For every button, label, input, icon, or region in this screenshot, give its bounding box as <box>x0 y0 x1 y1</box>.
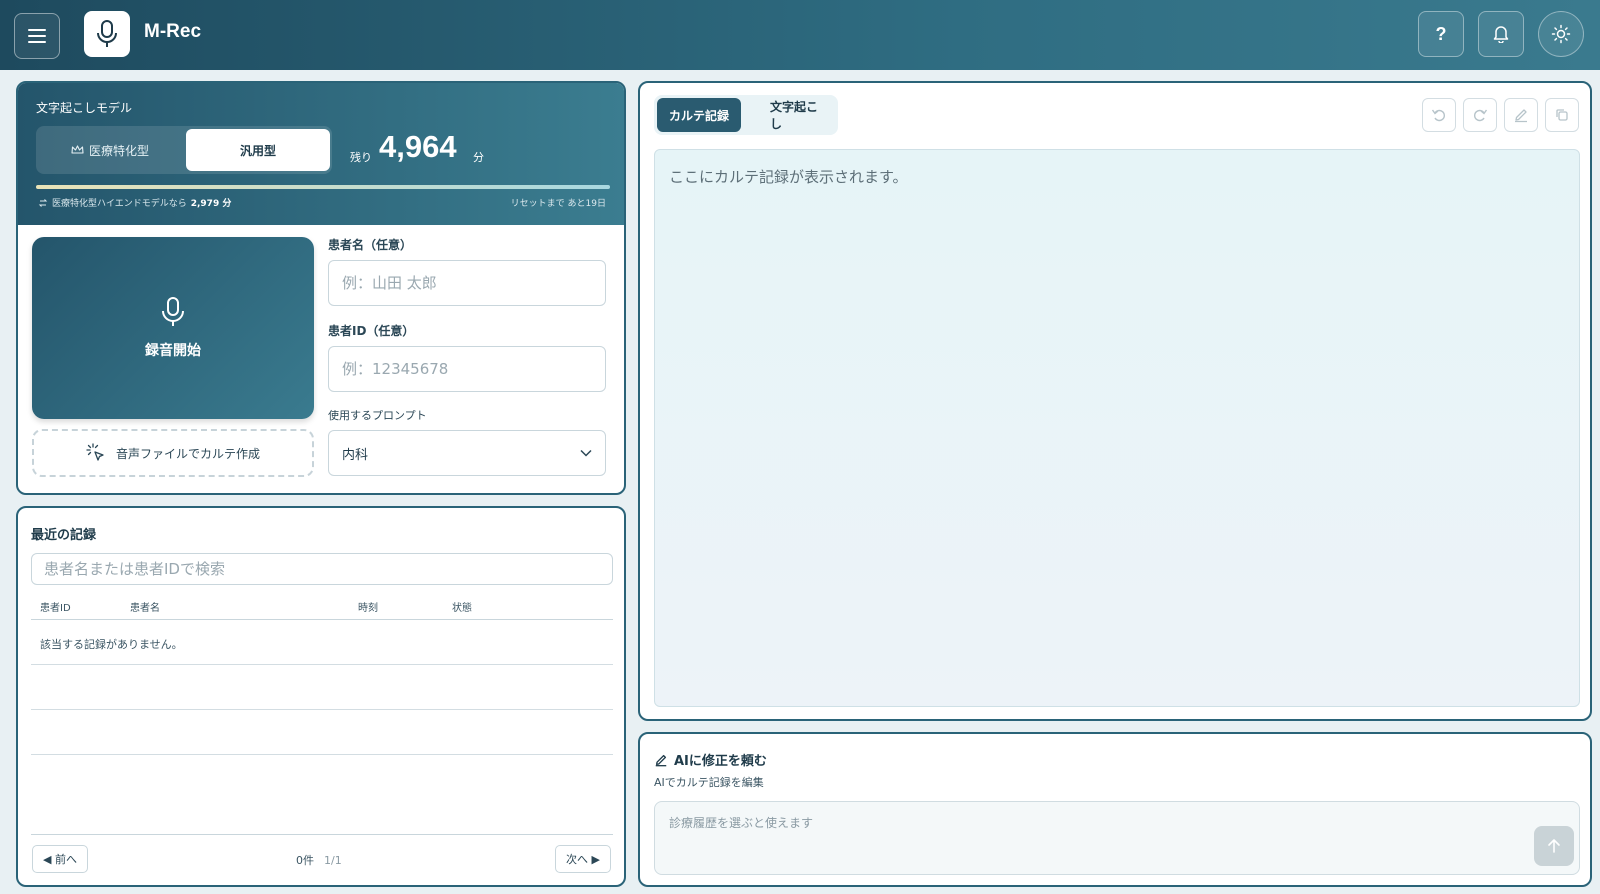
pencil-icon <box>1515 109 1527 123</box>
prompt-select[interactable]: 内科 <box>328 430 606 476</box>
reset-countdown: リセットまで あと19日 <box>510 199 606 209</box>
pencil-icon <box>655 754 667 766</box>
record-count: 0件 <box>296 854 314 867</box>
sun-icon <box>1551 24 1571 44</box>
model-option-general-label: 汎用型 <box>239 143 276 158</box>
patient-name-input[interactable] <box>328 260 606 306</box>
tab-transcription[interactable]: 文字起こし <box>758 98 838 132</box>
chevron-down-icon <box>580 449 592 457</box>
microphone-icon <box>97 20 117 47</box>
page-indicator: 1/1 <box>324 854 342 867</box>
view-tabs: カルテ記録 文字起こし <box>654 95 838 135</box>
next-page-button[interactable]: 次へ ▶ <box>555 845 611 873</box>
notification-button[interactable] <box>1478 11 1524 57</box>
bell-icon <box>1493 26 1509 43</box>
copy-icon <box>1556 109 1568 121</box>
microphone-icon <box>162 297 184 326</box>
model-option-medical-label: 医療特化型 <box>88 143 149 158</box>
model-option-medical[interactable]: 医療特化型 <box>36 126 184 174</box>
patient-id-input[interactable] <box>328 346 606 392</box>
table-footer-divider <box>31 834 613 835</box>
app-header: M-Rec ? <box>0 0 1600 70</box>
pagination-info: 0件 1/1 <box>296 852 342 868</box>
usage-progress-fill <box>36 185 610 189</box>
model-hint-text: 医療特化型ハイエンドモデルなら <box>52 199 187 209</box>
remaining-unit: 分 <box>473 151 484 164</box>
column-header-patient-name: 患者名 <box>130 603 160 614</box>
menu-button[interactable] <box>14 13 60 59</box>
app-title: M-Rec <box>144 21 202 42</box>
table-row-divider <box>31 754 613 755</box>
upload-audio-button[interactable]: 音声ファイルでカルテ作成 <box>32 429 314 477</box>
help-icon: ? <box>1435 23 1447 44</box>
model-label: 文字起こしモデル <box>36 101 133 115</box>
undo-icon <box>1431 109 1445 122</box>
undo-button[interactable] <box>1422 98 1456 132</box>
table-row-divider <box>31 664 613 665</box>
ai-instruction-input[interactable] <box>654 801 1580 875</box>
table-row-divider <box>31 709 613 710</box>
column-header-status: 状態 <box>452 603 472 614</box>
patient-name-label: 患者名（任意） <box>328 238 413 252</box>
ai-send-button[interactable] <box>1534 826 1574 866</box>
app-logo <box>84 11 130 57</box>
recent-records-panel: 最近の記録 患者ID 患者名 時刻 状態 該当する記録がありません。 ◀ 前へ … <box>16 506 626 887</box>
edit-button[interactable] <box>1504 98 1538 132</box>
arrow-up-icon <box>1548 839 1560 853</box>
ai-edit-panel: AIに修正を頼む AIでカルテ記録を編集 <box>638 732 1592 887</box>
remaining-minutes: 4,964 <box>379 129 457 164</box>
table-header-divider <box>31 619 613 620</box>
upload-audio-label: 音声ファイルでカルテ作成 <box>115 446 260 461</box>
swap-icon <box>38 198 48 207</box>
model-selector: 医療特化型 汎用型 <box>36 126 332 174</box>
patient-id-label: 患者ID（任意） <box>328 324 415 338</box>
karte-record-area[interactable]: ここにカルテ記録が表示されます。 <box>654 149 1580 707</box>
model-option-general[interactable]: 汎用型 <box>186 129 330 171</box>
usage-progress-bar <box>36 185 610 189</box>
record-start-label: 録音開始 <box>145 343 201 359</box>
redo-button[interactable] <box>1463 98 1497 132</box>
model-hint: 医療特化型ハイエンドモデルなら 2,979 分 <box>38 196 231 209</box>
column-header-patient-id: 患者ID <box>40 603 71 614</box>
sparkle-cursor-icon <box>86 443 104 461</box>
records-search-input[interactable] <box>31 553 613 585</box>
theme-toggle-button[interactable] <box>1538 11 1584 57</box>
prev-page-button[interactable]: ◀ 前へ <box>32 845 88 873</box>
ai-edit-title-text: AIに修正を頼む <box>674 754 767 769</box>
crown-icon <box>71 145 84 154</box>
tab-karte-record[interactable]: カルテ記録 <box>657 98 742 132</box>
redo-icon <box>1474 109 1488 122</box>
ai-edit-subtitle: AIでカルテ記録を編集 <box>654 776 764 789</box>
model-hint-value: 2,979 分 <box>190 199 232 209</box>
empty-records-message: 該当する記録がありません。 <box>40 638 183 651</box>
record-start-button[interactable]: 録音開始 <box>32 237 314 419</box>
model-section: 文字起こしモデル 医療特化型 汎用型 残り 4,964 分 医療特化型ハイエンド… <box>18 83 624 225</box>
remaining-prefix: 残り <box>350 151 372 164</box>
copy-button[interactable] <box>1545 98 1579 132</box>
hamburger-icon <box>28 29 46 43</box>
prompt-label: 使用するプロンプト <box>328 409 427 422</box>
column-header-time: 時刻 <box>358 603 378 614</box>
prompt-select-value: 内科 <box>342 447 369 463</box>
recording-panel: 文字起こしモデル 医療特化型 汎用型 残り 4,964 分 医療特化型ハイエンド… <box>16 81 626 495</box>
help-button[interactable]: ? <box>1418 11 1464 57</box>
recent-records-title: 最近の記録 <box>31 528 97 543</box>
ai-edit-title: AIに修正を頼む <box>654 750 767 769</box>
record-viewer-panel: カルテ記録 文字起こし ここにカルテ記録が表示されます。 <box>638 81 1592 721</box>
